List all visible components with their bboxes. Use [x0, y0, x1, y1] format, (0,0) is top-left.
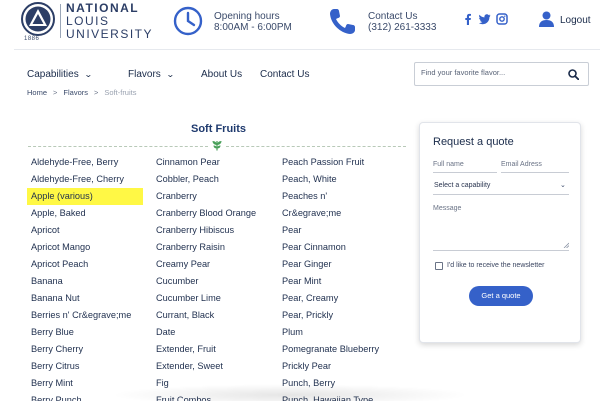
- flavor-item[interactable]: Peach, White: [278, 171, 408, 188]
- newsletter-checkbox[interactable]: [435, 262, 443, 270]
- nav-flavors-label: Flavors: [128, 69, 161, 80]
- breadcrumb-separator: >: [94, 88, 99, 97]
- wordmark-line-3: UNIVERSITY: [66, 27, 154, 41]
- nav-contact-us[interactable]: Contact Us: [260, 69, 309, 80]
- section-title: Soft Fruits: [191, 123, 246, 135]
- capability-select[interactable]: Select a capability: [434, 182, 490, 189]
- flavor-item[interactable]: Currant, Black: [152, 307, 272, 324]
- newsletter-label: I'd like to receive the newsletter: [447, 262, 545, 269]
- flavor-item[interactable]: Peach Passion Fruit: [278, 154, 408, 171]
- breadcrumb-home[interactable]: Home: [27, 88, 47, 97]
- quote-form-card: Request a quote Full name Email Adress S…: [419, 122, 581, 343]
- contact-label: Contact Us: [368, 11, 418, 22]
- flavor-item[interactable]: Pomegranate Blueberry: [278, 341, 408, 358]
- flavor-item[interactable]: Cranberry: [152, 188, 272, 205]
- flavor-item[interactable]: Aldehyde-Free, Berry: [27, 154, 147, 171]
- flavor-item[interactable]: Cinnamon Pear: [152, 154, 272, 171]
- flavor-item[interactable]: Pear Mint: [278, 273, 408, 290]
- flavor-item[interactable]: Date: [152, 324, 272, 341]
- logout-link[interactable]: Logout: [560, 15, 591, 26]
- flavor-column-3: Peach Passion Fruit Peach, White Peaches n…: [278, 154, 408, 401]
- nav-about-us-label: About Us: [201, 69, 243, 80]
- flavor-item[interactable]: Pear, Prickly: [278, 307, 408, 324]
- nav-contact-us-label: Contact Us: [260, 69, 310, 80]
- flavor-item[interactable]: Berries n' Cr&egrave;me: [27, 307, 147, 324]
- scroll-shadow: [110, 384, 470, 401]
- flavor-item[interactable]: Berry Cherry: [27, 341, 147, 358]
- flavor-item[interactable]: Apricot Mango: [27, 239, 147, 256]
- header-divider: [14, 49, 600, 50]
- twitter-icon[interactable]: [479, 13, 491, 25]
- search-icon[interactable]: [568, 69, 579, 80]
- flavor-item[interactable]: Apple (various): [27, 188, 143, 205]
- leaf-icon: [212, 141, 222, 151]
- flavor-item[interactable]: Banana: [27, 273, 147, 290]
- search-input[interactable]: [421, 68, 561, 77]
- site-header: 1886 NATIONAL LOUIS UNIVERSITY Opening h…: [0, 0, 600, 48]
- full-name-underline: [433, 172, 497, 173]
- get-a-quote-button[interactable]: Get a quote: [469, 286, 533, 306]
- flavor-item[interactable]: Cranberry Blood Orange: [152, 205, 272, 222]
- flavor-column-1: Aldehyde-Free, Berry Aldehyde-Free, Cherr…: [27, 154, 147, 401]
- title-divider-right: [226, 146, 406, 147]
- flavor-item[interactable]: Peaches n': [278, 188, 408, 205]
- logo-year: 1886: [24, 36, 40, 42]
- chevron-down-icon: ⌄: [560, 182, 566, 189]
- flavor-item[interactable]: Apricot Peach: [27, 256, 147, 273]
- breadcrumb: Home > Flavors > Soft-fruits: [27, 88, 136, 97]
- flavor-item[interactable]: Berry Citrus: [27, 358, 147, 375]
- hours-label: Opening hours: [214, 11, 280, 22]
- flavor-item[interactable]: Cobbler, Peach: [152, 171, 272, 188]
- chevron-down-icon: ⌄: [83, 70, 93, 79]
- flavor-item[interactable]: Cranberry Hibiscus: [152, 222, 272, 239]
- quote-title: Request a quote: [433, 136, 514, 148]
- nav-flavors[interactable]: Flavors ⌄: [128, 69, 175, 80]
- flavor-item[interactable]: Pear: [278, 222, 408, 239]
- logo-divider: [60, 4, 61, 38]
- chevron-down-icon: ⌄: [165, 70, 175, 79]
- flavor-item[interactable]: Banana Nut: [27, 290, 147, 307]
- search-box: [414, 62, 589, 86]
- email-field[interactable]: Email Adress: [501, 161, 542, 168]
- nav-capabilities-label: Capabilities: [27, 69, 79, 80]
- nav-about-us[interactable]: About Us: [201, 69, 242, 80]
- title-divider-left: [28, 146, 208, 147]
- instagram-icon[interactable]: [496, 13, 508, 25]
- flavor-item[interactable]: Pear Ginger: [278, 256, 408, 273]
- flavor-item[interactable]: Pear, Creamy: [278, 290, 408, 307]
- flavor-item[interactable]: Cucumber Lime: [152, 290, 272, 307]
- facebook-icon[interactable]: [462, 13, 474, 25]
- flavor-item[interactable]: Creamy Pear: [152, 256, 272, 273]
- flavor-column-2: Cinnamon Pear Cobbler, Peach Cranberry Cran…: [152, 154, 272, 401]
- breadcrumb-separator: >: [53, 88, 58, 97]
- flavor-item[interactable]: Prickly Pear: [278, 358, 408, 375]
- phone-icon: [330, 9, 355, 34]
- email-underline: [501, 172, 569, 173]
- flavor-item[interactable]: Aldehyde-Free, Cherry: [27, 171, 147, 188]
- breadcrumb-current: Soft-fruits: [104, 88, 137, 97]
- full-name-field[interactable]: Full name: [433, 161, 464, 168]
- flavor-item[interactable]: Plum: [278, 324, 408, 341]
- contact-phone[interactable]: (312) 261-3333: [368, 22, 436, 33]
- hours-value: 8:00AM - 6:00PM: [214, 22, 292, 33]
- flavor-item[interactable]: Extender, Sweet: [152, 358, 272, 375]
- capability-underline: [433, 194, 569, 195]
- clock-icon: [173, 6, 203, 36]
- flavor-item[interactable]: Berry Blue: [27, 324, 147, 341]
- resize-grip-icon[interactable]: [563, 242, 569, 248]
- flavor-item[interactable]: Cr&egrave;me: [278, 205, 408, 222]
- flavor-item[interactable]: Pear Cinnamon: [278, 239, 408, 256]
- flavor-item[interactable]: Cranberry Raisin: [152, 239, 272, 256]
- user-icon[interactable]: [539, 11, 554, 27]
- flavor-item[interactable]: Cucumber: [152, 273, 272, 290]
- breadcrumb-flavors[interactable]: Flavors: [63, 88, 88, 97]
- university-wordmark[interactable]: NATIONAL LOUIS UNIVERSITY: [66, 2, 153, 41]
- nav-capabilities[interactable]: Capabilities ⌄: [27, 69, 93, 80]
- message-field[interactable]: Message: [433, 205, 461, 212]
- flavor-item[interactable]: Apple, Baked: [27, 205, 147, 222]
- flavor-item[interactable]: Extender, Fruit: [152, 341, 272, 358]
- message-underline: [433, 250, 569, 251]
- flavor-item[interactable]: Apricot: [27, 222, 147, 239]
